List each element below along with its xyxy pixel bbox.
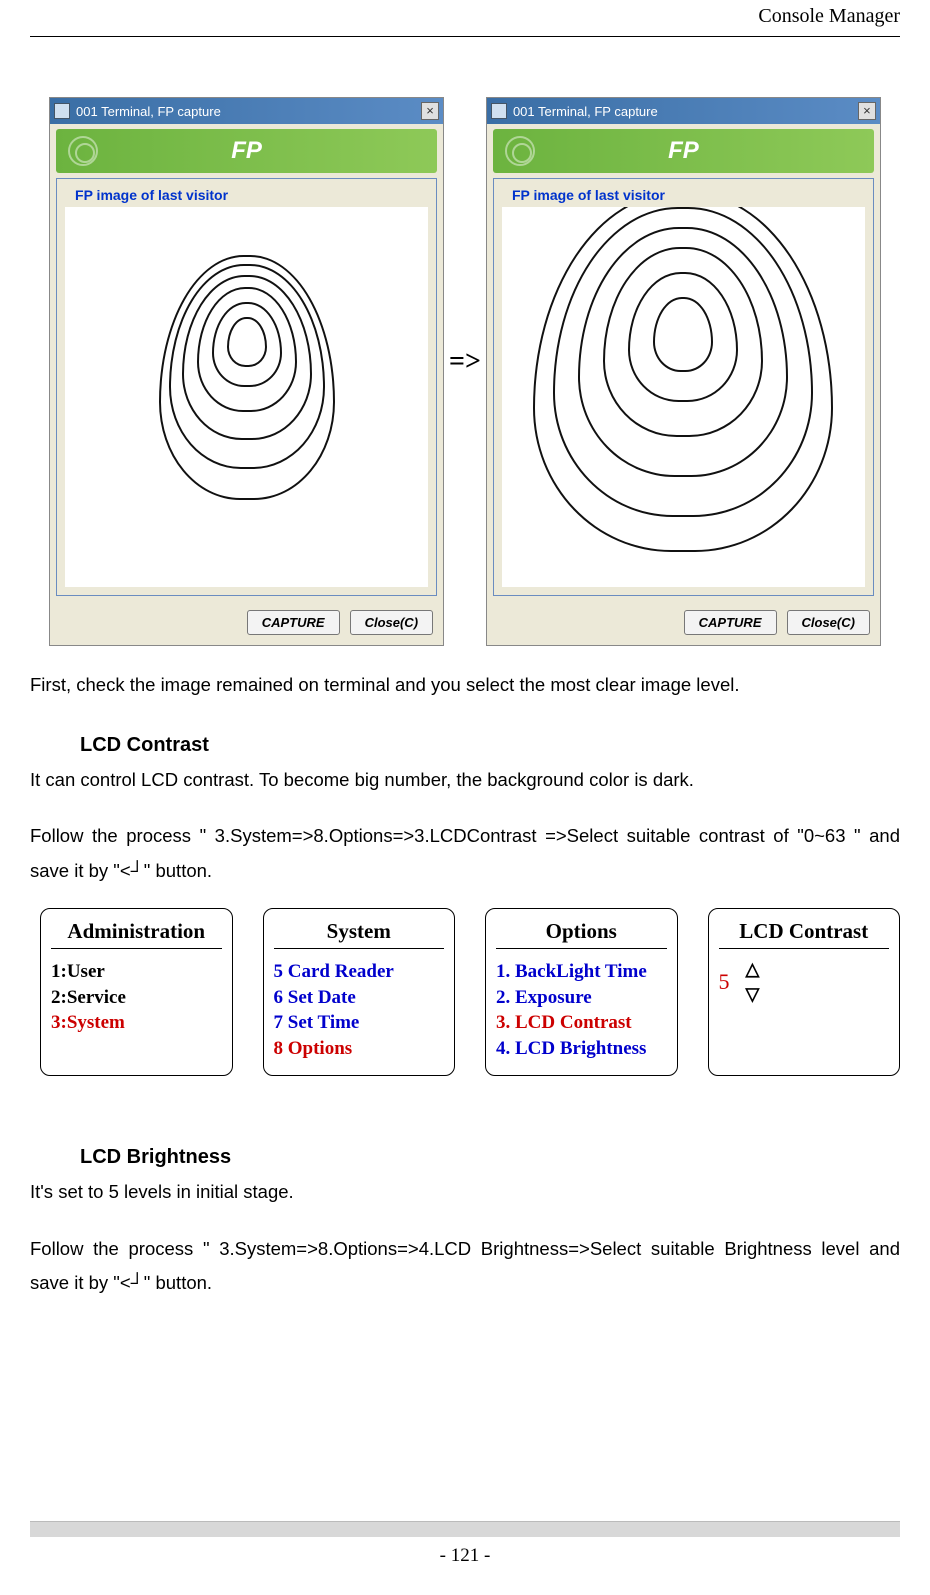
- paragraph-intro: First, check the image remained on termi…: [30, 668, 900, 702]
- contrast-value: 5: [719, 969, 730, 995]
- menu-item: 5 Card Reader: [274, 959, 445, 985]
- titlebar: 001 Terminal, FP capture ×: [50, 98, 443, 124]
- menu-item: 2. Exposure: [496, 985, 667, 1011]
- titlebar: 001 Terminal, FP capture ×: [487, 98, 880, 124]
- window-title: 001 Terminal, FP capture: [513, 104, 858, 119]
- fingerprint-image-small: [65, 207, 428, 587]
- close-button[interactable]: Close(C): [350, 610, 433, 635]
- app-icon: [54, 103, 70, 119]
- footer-bar: [30, 1521, 900, 1537]
- paragraph: Follow the process " 3.System=>8.Options…: [30, 819, 900, 887]
- paragraph: It's set to 5 levels in initial stage.: [30, 1175, 900, 1209]
- menu-title: Administration: [51, 919, 222, 949]
- window-title: 001 Terminal, FP capture: [76, 104, 421, 119]
- paragraph: Follow the process " 3.System=>8.Options…: [30, 1232, 900, 1300]
- menu-title: LCD Contrast: [719, 919, 890, 949]
- app-icon: [491, 103, 507, 119]
- menu-item-selected: 3. LCD Contrast: [496, 1010, 667, 1036]
- banner-label: FP: [231, 137, 262, 165]
- figure-row: 001 Terminal, FP capture × FP FP image o…: [30, 97, 900, 646]
- menu-options: Options 1. BackLight Time 2. Exposure 3.…: [485, 908, 678, 1077]
- fp-banner: FP: [493, 129, 874, 173]
- fp-fieldset: FP image of last visitor: [56, 178, 437, 596]
- button-row: CAPTURE Close(C): [487, 604, 880, 645]
- menu-item: 2:Service: [51, 985, 222, 1011]
- page-number: - 121 -: [0, 1545, 930, 1567]
- menu-item: 6 Set Date: [274, 985, 445, 1011]
- fp-window-left: 001 Terminal, FP capture × FP FP image o…: [49, 97, 444, 646]
- fingerprint-icon: [68, 136, 98, 166]
- banner-label: FP: [668, 137, 699, 165]
- arrow-down-icon[interactable]: ▽: [746, 984, 760, 1005]
- fieldset-legend: FP image of last visitor: [71, 187, 232, 203]
- menu-title: Options: [496, 919, 667, 949]
- menu-administration: Administration 1:User 2:Service 3:System: [40, 908, 233, 1077]
- fp-fieldset: FP image of last visitor: [493, 178, 874, 596]
- menu-item-selected: 3:System: [51, 1010, 222, 1036]
- page-header: Console Manager: [30, 0, 900, 37]
- menu-item: 1. BackLight Time: [496, 959, 667, 985]
- button-row: CAPTURE Close(C): [50, 604, 443, 645]
- close-button[interactable]: Close(C): [787, 610, 870, 635]
- menu-item-selected: 8 Options: [274, 1036, 445, 1062]
- fingerprint-icon: [505, 136, 535, 166]
- fieldset-legend: FP image of last visitor: [508, 187, 669, 203]
- arrow-icon: =>: [449, 346, 481, 378]
- fp-banner: FP: [56, 129, 437, 173]
- section-lcd-brightness: LCD Brightness: [80, 1146, 900, 1169]
- close-icon[interactable]: ×: [858, 102, 876, 120]
- menu-item: 1:User: [51, 959, 222, 985]
- capture-button[interactable]: CAPTURE: [684, 610, 777, 635]
- menu-title: System: [274, 919, 445, 949]
- menu-item: 7 Set Time: [274, 1010, 445, 1036]
- fingerprint-image-big: [502, 207, 865, 587]
- menu-lcd-contrast: LCD Contrast 5 △ ▽: [708, 908, 901, 1077]
- menu-item: 4. LCD Brightness: [496, 1036, 667, 1062]
- section-lcd-contrast: LCD Contrast: [80, 734, 900, 757]
- close-icon[interactable]: ×: [421, 102, 439, 120]
- fp-window-right: 001 Terminal, FP capture × FP FP image o…: [486, 97, 881, 646]
- menu-system: System 5 Card Reader 6 Set Date 7 Set Ti…: [263, 908, 456, 1077]
- paragraph: It can control LCD contrast. To become b…: [30, 763, 900, 797]
- capture-button[interactable]: CAPTURE: [247, 610, 340, 635]
- header-title: Console Manager: [758, 5, 900, 27]
- menu-row: Administration 1:User 2:Service 3:System…: [40, 908, 900, 1077]
- arrow-up-icon[interactable]: △: [746, 959, 760, 980]
